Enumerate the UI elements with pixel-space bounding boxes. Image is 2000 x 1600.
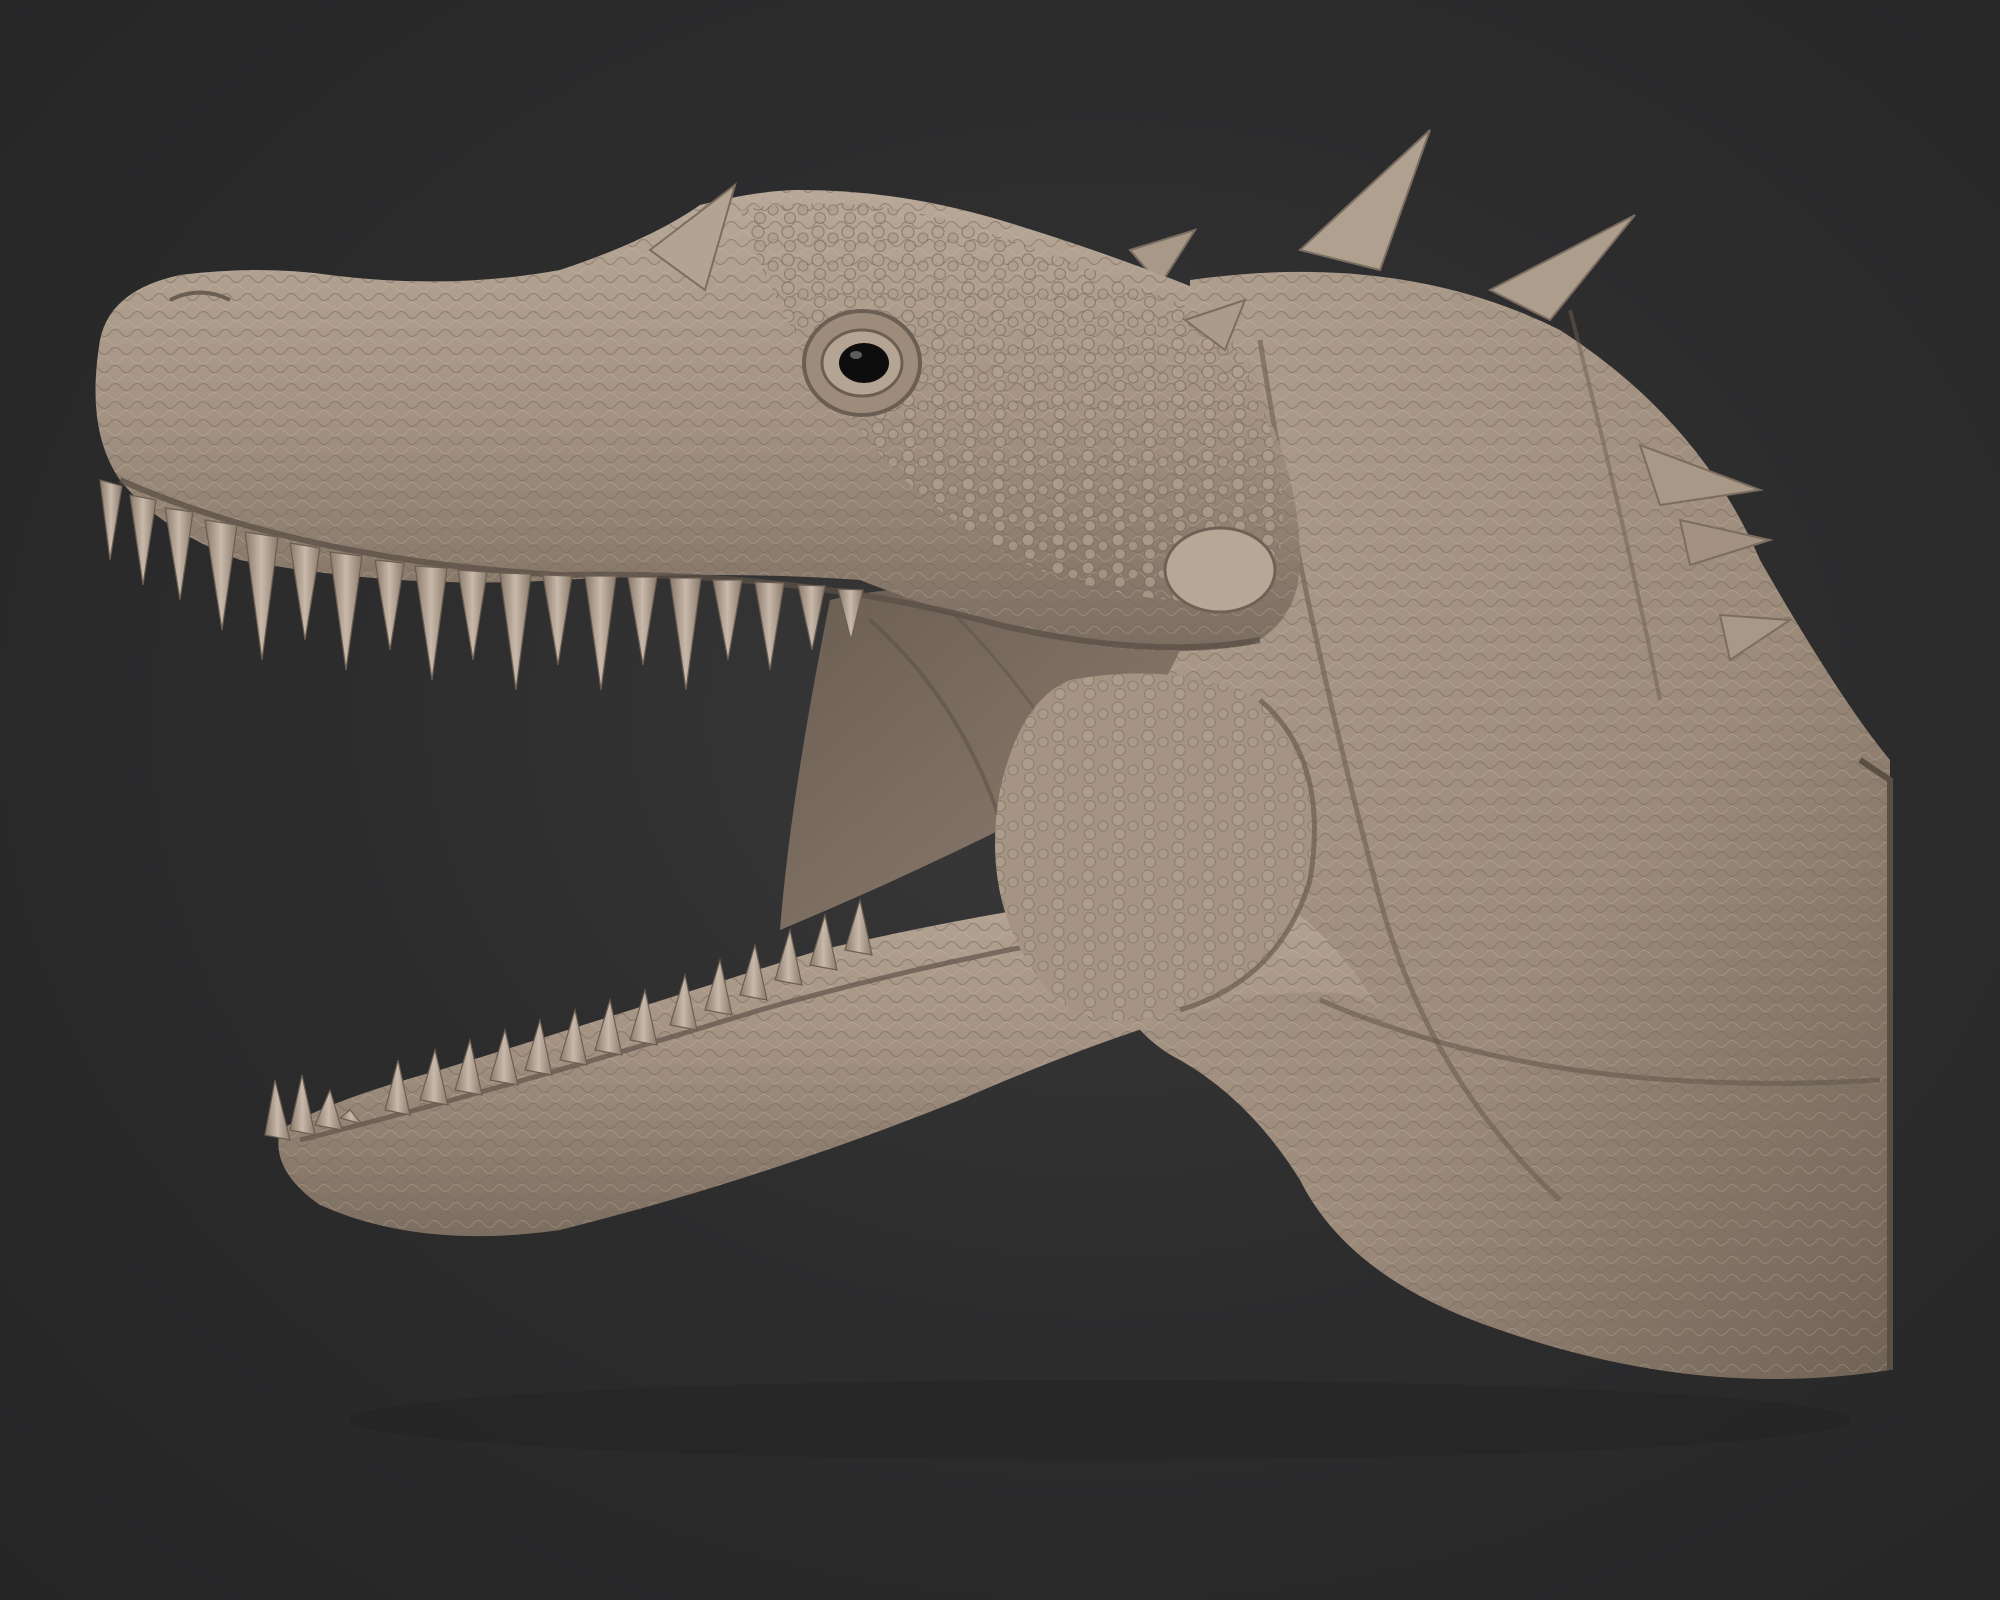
dinosaur-sculpt [95, 129, 1893, 1460]
shadow [350, 1380, 1850, 1460]
viewport [0, 0, 2000, 1600]
eye [802, 309, 922, 417]
